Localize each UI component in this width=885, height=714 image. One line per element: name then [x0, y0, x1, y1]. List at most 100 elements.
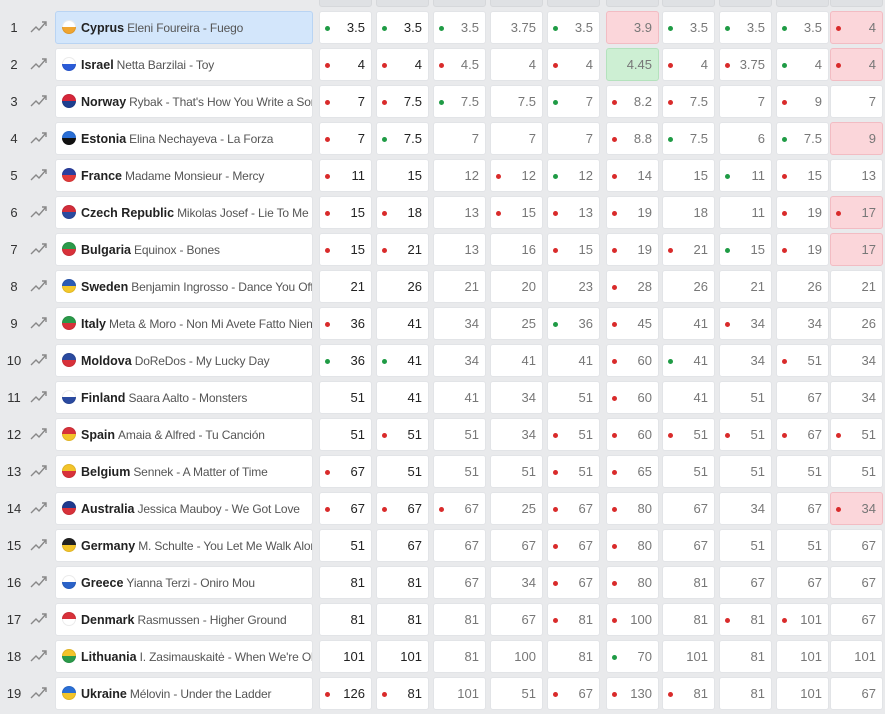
odds-cell[interactable]: 81: [662, 603, 715, 636]
odds-cell[interactable]: 4.5: [433, 48, 486, 81]
odds-cell[interactable]: 80: [606, 529, 659, 562]
odds-cell[interactable]: 15: [490, 196, 543, 229]
entry-name-cell[interactable]: Bulgaria Equinox - Bones: [55, 233, 313, 266]
odds-cell[interactable]: 41: [376, 344, 429, 377]
odds-cell[interactable]: 51: [719, 455, 772, 488]
odds-cell[interactable]: 7.5: [776, 122, 829, 155]
odds-cell[interactable]: 3.75: [719, 48, 772, 81]
odds-cell[interactable]: 9: [830, 122, 883, 155]
odds-cell[interactable]: 3.5: [433, 11, 486, 44]
odds-cell[interactable]: 18: [662, 196, 715, 229]
odds-cell[interactable]: 34: [830, 492, 883, 525]
odds-cell[interactable]: 15: [776, 159, 829, 192]
odds-cell[interactable]: 51: [830, 418, 883, 451]
odds-cell[interactable]: 3.5: [547, 11, 600, 44]
odds-cell[interactable]: 51: [376, 418, 429, 451]
trend-chart-icon[interactable]: [30, 611, 48, 627]
odds-cell[interactable]: 3.5: [319, 11, 372, 44]
odds-cell[interactable]: 13: [547, 196, 600, 229]
odds-cell[interactable]: 34: [719, 344, 772, 377]
trend-chart-icon[interactable]: [30, 500, 48, 516]
odds-cell[interactable]: 36: [547, 307, 600, 340]
odds-cell[interactable]: 7: [490, 122, 543, 155]
odds-cell[interactable]: 51: [662, 418, 715, 451]
entry-name-cell[interactable]: Denmark Rasmussen - Higher Ground: [55, 603, 313, 636]
odds-cell[interactable]: 80: [606, 492, 659, 525]
trend-chart-icon[interactable]: [30, 426, 48, 442]
odds-cell[interactable]: 34: [433, 307, 486, 340]
odds-cell[interactable]: 15: [319, 196, 372, 229]
odds-cell[interactable]: 4: [830, 11, 883, 44]
odds-cell[interactable]: 41: [662, 381, 715, 414]
odds-cell[interactable]: 7.5: [376, 85, 429, 118]
odds-cell[interactable]: 7.5: [376, 122, 429, 155]
odds-cell[interactable]: 21: [376, 233, 429, 266]
odds-cell[interactable]: 4: [830, 48, 883, 81]
odds-cell[interactable]: 81: [547, 640, 600, 673]
trend-chart-icon[interactable]: [30, 574, 48, 590]
odds-cell[interactable]: 51: [719, 529, 772, 562]
odds-cell[interactable]: 101: [830, 640, 883, 673]
odds-cell[interactable]: 67: [662, 492, 715, 525]
odds-cell[interactable]: 19: [606, 196, 659, 229]
odds-cell[interactable]: 67: [547, 566, 600, 599]
odds-cell[interactable]: 15: [662, 159, 715, 192]
odds-cell[interactable]: 60: [606, 344, 659, 377]
odds-cell[interactable]: 70: [606, 640, 659, 673]
odds-cell[interactable]: 18: [376, 196, 429, 229]
odds-cell[interactable]: 14: [606, 159, 659, 192]
odds-cell[interactable]: 67: [830, 529, 883, 562]
odds-cell[interactable]: 51: [547, 418, 600, 451]
odds-cell[interactable]: 67: [490, 529, 543, 562]
odds-cell[interactable]: 11: [719, 159, 772, 192]
odds-cell[interactable]: 26: [662, 270, 715, 303]
trend-chart-icon[interactable]: [30, 241, 48, 257]
odds-cell[interactable]: 25: [490, 307, 543, 340]
odds-cell[interactable]: 4: [376, 48, 429, 81]
odds-cell[interactable]: 34: [830, 344, 883, 377]
entry-name-cell[interactable]: Spain Amaia & Alfred - Tu Canción: [55, 418, 313, 451]
odds-cell[interactable]: 34: [719, 307, 772, 340]
odds-cell[interactable]: 21: [319, 270, 372, 303]
trend-chart-icon[interactable]: [30, 537, 48, 553]
odds-cell[interactable]: 21: [719, 270, 772, 303]
odds-cell[interactable]: 3.9: [606, 11, 659, 44]
odds-cell[interactable]: 51: [776, 529, 829, 562]
odds-cell[interactable]: 81: [547, 603, 600, 636]
entry-name-cell[interactable]: Belgium Sennek - A Matter of Time: [55, 455, 313, 488]
odds-cell[interactable]: 4: [319, 48, 372, 81]
odds-cell[interactable]: 60: [606, 418, 659, 451]
odds-cell[interactable]: 8.2: [606, 85, 659, 118]
odds-cell[interactable]: 67: [376, 529, 429, 562]
entry-name-cell[interactable]: Cyprus Eleni Foureira - Fuego: [55, 11, 313, 44]
odds-cell[interactable]: 7.5: [662, 122, 715, 155]
odds-cell[interactable]: 51: [662, 455, 715, 488]
odds-cell[interactable]: 34: [490, 418, 543, 451]
odds-cell[interactable]: 16: [490, 233, 543, 266]
odds-cell[interactable]: 3.5: [662, 11, 715, 44]
odds-cell[interactable]: 67: [776, 418, 829, 451]
odds-cell[interactable]: 7: [433, 122, 486, 155]
odds-cell[interactable]: 51: [776, 344, 829, 377]
odds-cell[interactable]: 101: [319, 640, 372, 673]
odds-cell[interactable]: 100: [606, 603, 659, 636]
odds-cell[interactable]: 101: [662, 640, 715, 673]
odds-cell[interactable]: 41: [662, 307, 715, 340]
trend-chart-icon[interactable]: [30, 130, 48, 146]
odds-cell[interactable]: 81: [719, 640, 772, 673]
odds-cell[interactable]: 12: [490, 159, 543, 192]
odds-cell[interactable]: 26: [830, 307, 883, 340]
odds-cell[interactable]: 4: [662, 48, 715, 81]
entry-name-cell[interactable]: Norway Rybak - That's How You Write a Son…: [55, 85, 313, 118]
odds-cell[interactable]: 51: [719, 418, 772, 451]
trend-chart-icon[interactable]: [30, 315, 48, 331]
odds-cell[interactable]: 41: [662, 344, 715, 377]
odds-cell[interactable]: 101: [376, 640, 429, 673]
odds-cell[interactable]: 21: [433, 270, 486, 303]
trend-chart-icon[interactable]: [30, 685, 48, 701]
entry-name-cell[interactable]: Lithuania I. Zasimauskaitė - When We're O…: [55, 640, 313, 673]
odds-cell[interactable]: 81: [719, 603, 772, 636]
odds-cell[interactable]: 36: [319, 344, 372, 377]
entry-name-cell[interactable]: France Madame Monsieur - Mercy: [55, 159, 313, 192]
odds-cell[interactable]: 26: [776, 270, 829, 303]
